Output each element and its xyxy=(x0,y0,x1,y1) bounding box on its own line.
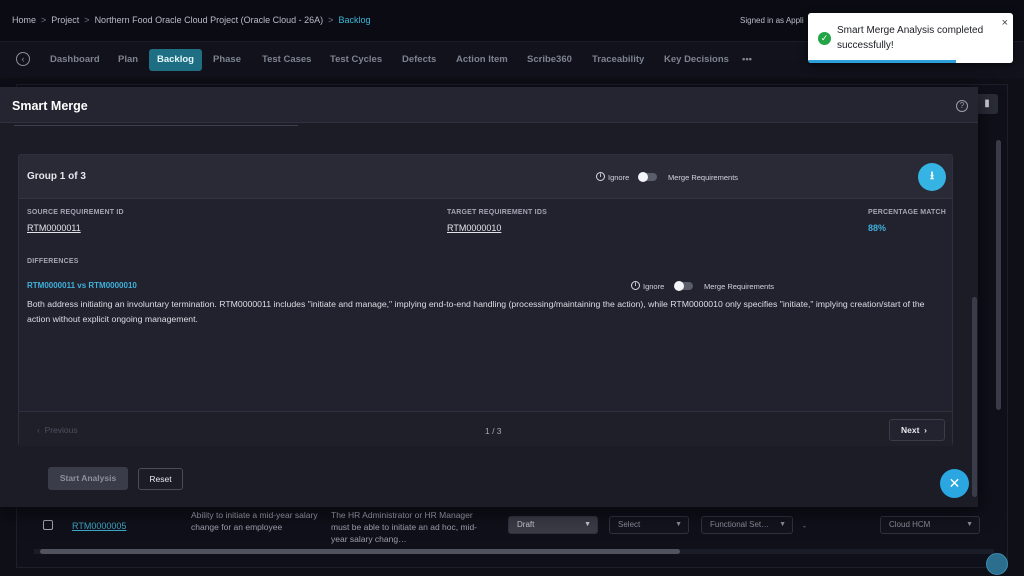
merge-requirements-label: Merge Requirements xyxy=(668,173,739,182)
difference-merge-toggle[interactable] xyxy=(674,281,693,291)
tab-traceability[interactable]: Traceability xyxy=(584,49,652,71)
ignore-label: Ignore xyxy=(608,173,630,182)
download-button[interactable]: ⭳ xyxy=(918,163,946,191)
previous-label: Previous xyxy=(44,425,78,435)
signed-in-label: Signed in as Appli xyxy=(740,16,804,25)
trash-icon[interactable]: ▮ xyxy=(976,94,998,114)
module-select-value: Cloud HCM xyxy=(889,520,931,529)
source-requirement-id[interactable]: RTM0000011 xyxy=(27,223,81,233)
chevron-down-icon: ▼ xyxy=(966,521,973,528)
more-tabs-icon[interactable]: ••• xyxy=(734,49,760,71)
priority-select-placeholder: Select xyxy=(618,520,641,529)
tab-action-item[interactable]: Action Item xyxy=(448,49,516,71)
info-icon: i xyxy=(596,172,605,181)
difference-ignore-label: Ignore xyxy=(643,282,665,291)
target-requirement-label: TARGET REQUIREMENT IDS xyxy=(447,209,547,216)
page-indicator: 1 / 3 xyxy=(485,426,502,436)
horizontal-scrollbar[interactable] xyxy=(40,549,680,554)
priority-select[interactable]: Select ▼ xyxy=(609,516,689,534)
status-select[interactable]: Draft ▼ xyxy=(508,516,598,534)
row-title: Ability to initiate a mid-year salary ch… xyxy=(191,510,318,532)
help-icon[interactable]: ? xyxy=(956,100,968,112)
vertical-scrollbar[interactable] xyxy=(996,140,1001,410)
breadcrumb: Home > Project > Northern Food Oracle Cloud … xyxy=(12,15,370,25)
previous-button[interactable]: ‹ Previous xyxy=(37,425,78,435)
chevron-down-icon: ▼ xyxy=(584,521,591,528)
row-empty-cell: - xyxy=(803,521,806,531)
tab-plan[interactable]: Plan xyxy=(110,49,146,71)
breadcrumb-project-name[interactable]: Northern Food Oracle Cloud Project (Orac… xyxy=(95,15,324,25)
difference-description: Both address initiating an involuntary t… xyxy=(27,299,925,324)
tab-test-cycles[interactable]: Test Cycles xyxy=(322,49,390,71)
close-icon[interactable]: ✕ xyxy=(940,469,969,498)
tab-dashboard[interactable]: Dashboard xyxy=(42,49,108,71)
smart-merge-modal: Smart Merge ? Group 1 of 3 i Ignore Merg… xyxy=(0,87,978,507)
breadcrumb-separator: > xyxy=(84,15,90,25)
group-header: Group 1 of 3 i Ignore Merge Requirements… xyxy=(19,155,952,199)
toast-progress-bar xyxy=(808,60,956,63)
modal-scrollbar[interactable] xyxy=(972,297,977,497)
breadcrumb-separator: > xyxy=(328,15,334,25)
type-select-value: Functional Set… xyxy=(710,520,770,529)
percentage-match-value: 88% xyxy=(868,223,887,233)
group-merge-toggle[interactable] xyxy=(638,172,657,182)
difference-pair-title: RTM0000011 vs RTM0000010 xyxy=(27,281,137,290)
divider xyxy=(14,125,298,126)
chevron-down-icon: ▼ xyxy=(675,521,682,528)
chevron-right-icon: › xyxy=(924,425,928,435)
row-description: The HR Administrator or HR Manager must … xyxy=(331,510,477,544)
chevron-down-icon: ▼ xyxy=(779,521,786,528)
pager: ‹ Previous 1 / 3 Next › xyxy=(19,411,952,446)
close-icon[interactable]: × xyxy=(1002,17,1008,29)
success-toast: ✓ Smart Merge Analysis completed success… xyxy=(808,13,1013,63)
start-analysis-button[interactable]: Start Analysis xyxy=(48,467,128,490)
source-requirement-label: SOURCE REQUIREMENT ID xyxy=(27,209,124,216)
status-select-value: Draft xyxy=(517,520,535,529)
reset-button[interactable]: Reset xyxy=(138,468,183,490)
tab-key-decisions[interactable]: Key Decisions xyxy=(656,49,737,71)
type-select[interactable]: Functional Set… ▼ xyxy=(701,516,793,534)
differences-label: DIFFERENCES xyxy=(27,258,79,265)
percentage-match-label: PERCENTAGE MATCH xyxy=(868,209,946,216)
breadcrumb-current: Backlog xyxy=(338,15,371,25)
breadcrumb-project[interactable]: Project xyxy=(51,15,79,25)
group-title: Group 1 of 3 xyxy=(27,171,86,182)
tab-phase[interactable]: Phase xyxy=(205,49,249,71)
difference-merge-label: Merge Requirements xyxy=(704,282,775,291)
tab-backlog[interactable]: Backlog xyxy=(149,49,202,71)
merge-group-card: Group 1 of 3 i Ignore Merge Requirements… xyxy=(18,154,953,446)
next-button[interactable]: Next › xyxy=(889,419,945,441)
modal-title: Smart Merge xyxy=(12,99,88,113)
row-requirement-id[interactable]: RTM0000005 xyxy=(72,521,126,531)
toast-message: Smart Merge Analysis completed successfu… xyxy=(837,25,984,51)
check-circle-icon: ✓ xyxy=(818,32,831,45)
target-requirement-id[interactable]: RTM0000010 xyxy=(447,223,501,233)
breadcrumb-separator: > xyxy=(41,15,47,25)
next-label: Next xyxy=(901,425,920,435)
tab-scribe360[interactable]: Scribe360 xyxy=(519,49,580,71)
tab-defects[interactable]: Defects xyxy=(394,49,444,71)
chevron-left-icon[interactable]: ‹ xyxy=(16,52,30,66)
info-icon: i xyxy=(631,281,640,290)
row-checkbox[interactable] xyxy=(43,520,53,530)
module-select[interactable]: Cloud HCM ▼ xyxy=(880,516,980,534)
breadcrumb-home[interactable]: Home xyxy=(12,15,36,25)
assistant-icon[interactable] xyxy=(986,553,1008,575)
modal-header: Smart Merge ? xyxy=(0,87,978,123)
download-icon: ⭳ xyxy=(930,170,934,182)
tab-test-cases[interactable]: Test Cases xyxy=(254,49,319,71)
